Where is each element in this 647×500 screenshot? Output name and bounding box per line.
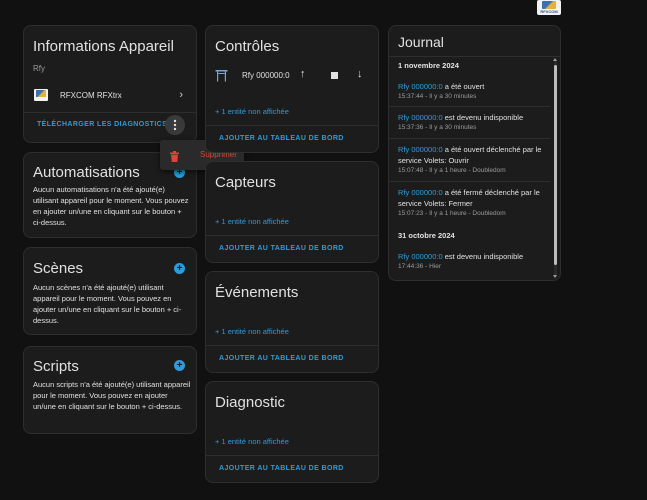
logo-text: RFXCOM xyxy=(540,9,558,14)
journal-entry-divider xyxy=(389,181,550,182)
sensors-title: Capteurs xyxy=(215,174,276,191)
scenes-empty-text: Aucun scènes n'a été ajouté(e) utilisant… xyxy=(33,283,182,325)
controls-card: Contrôles Rfy 000000:0 ↑ ↓ + 1 entité no… xyxy=(205,25,379,153)
journal-entry: Rfy 000000:0 a été ouvert déclenché par … xyxy=(398,145,542,174)
diagnostic-title: Diagnostic xyxy=(215,394,286,411)
journal-entry: Rfy 000000:0 est devenu indisponible 15:… xyxy=(398,113,524,131)
journal-entry-divider xyxy=(389,138,550,139)
info-divider xyxy=(24,112,196,113)
journal-entry: Rfy 000000:0 est devenu indisponible 17:… xyxy=(398,252,524,270)
events-divider xyxy=(206,345,378,346)
arrow-up-icon[interactable]: ↑ xyxy=(300,68,306,80)
journal-entity-link[interactable]: Rfy 000000:0 xyxy=(398,252,443,261)
sensors-card: Capteurs + 1 entité non affichée AJOUTER… xyxy=(205,161,379,263)
diagnostic-card: Diagnostic + 1 entité non affichée AJOUT… xyxy=(205,381,379,483)
window-shutter-icon xyxy=(215,69,228,87)
chevron-right-icon: › xyxy=(179,89,183,101)
journal-entity-link[interactable]: Rfy 000000:0 xyxy=(398,113,443,122)
scenes-card: Scènes + Aucun scènes n'a été ajouté(e) … xyxy=(23,247,197,335)
add-script-icon[interactable]: + xyxy=(174,360,185,371)
journal-entry: Rfy 000000:0 a été ouvert 15:37:44 - Il … xyxy=(398,82,485,100)
events-title: Événements xyxy=(215,284,299,301)
device-model: Rfy xyxy=(33,64,45,73)
journal-scrollbar[interactable] xyxy=(553,58,557,278)
diagnostic-divider xyxy=(206,455,378,456)
scripts-empty-text: Aucun scripts n'a été ajouté(e) utilisan… xyxy=(33,380,191,411)
sensors-hidden-entities[interactable]: + 1 entité non affichée xyxy=(215,217,289,226)
device-info-card: Informations Appareil Rfy RFXCOM RFXtrx … xyxy=(23,25,197,143)
journal-card: Journal 1 novembre 2024 Rfy 000000:0 a é… xyxy=(388,25,561,281)
journal-scrollbar-thumb[interactable] xyxy=(554,65,557,265)
scripts-card: Scripts + Aucun scripts n'a été ajouté(e… xyxy=(23,346,197,434)
sensors-add-to-dashboard[interactable]: AJOUTER AU TABLEAU DE BORD xyxy=(219,245,344,252)
scroll-down-arrow[interactable] xyxy=(553,275,557,278)
controls-title: Contrôles xyxy=(215,38,280,55)
rfxcom-device-icon xyxy=(34,89,48,101)
device-row[interactable]: RFXCOM RFXtrx › xyxy=(24,86,196,106)
more-vert-icon[interactable] xyxy=(165,115,185,135)
events-card: Événements + 1 entité non affichée AJOUT… xyxy=(205,271,379,373)
diagnostic-hidden-entities[interactable]: + 1 entité non affichée xyxy=(215,437,289,446)
diagnostic-add-to-dashboard[interactable]: AJOUTER AU TABLEAU DE BORD xyxy=(219,465,344,472)
add-scene-icon[interactable]: + xyxy=(174,263,185,274)
journal-entry: Rfy 000000:0 a été fermé déclenché par l… xyxy=(398,188,540,217)
journal-entity-link[interactable]: Rfy 000000:0 xyxy=(398,145,443,154)
scroll-up-arrow[interactable] xyxy=(553,58,557,61)
journal-entity-link[interactable]: Rfy 000000:0 xyxy=(398,188,443,197)
journal-entry-divider xyxy=(389,106,550,107)
device-name: RFXCOM RFXtrx xyxy=(60,91,122,100)
journal-title: Journal xyxy=(398,34,444,50)
logo-graphic xyxy=(542,1,556,9)
events-hidden-entities[interactable]: + 1 entité non affichée xyxy=(215,327,289,336)
download-diagnostics-button[interactable]: TÉLÉCHARGER LES DIAGNOSTICS xyxy=(37,121,167,128)
scenes-title: Scènes xyxy=(33,260,84,277)
rfxcom-logo: RFXCOM xyxy=(537,0,561,15)
controls-entity-name: Rfy 000000:0 xyxy=(242,71,290,80)
events-add-to-dashboard[interactable]: AJOUTER AU TABLEAU DE BORD xyxy=(219,355,344,362)
controls-add-to-dashboard[interactable]: AJOUTER AU TABLEAU DE BORD xyxy=(219,135,344,142)
controls-divider xyxy=(206,125,378,126)
device-info-title: Informations Appareil xyxy=(33,38,174,55)
journal-header-divider xyxy=(389,56,560,57)
controls-hidden-entities[interactable]: + 1 entité non affichée xyxy=(215,107,289,116)
trash-icon xyxy=(170,149,179,167)
journal-date-1: 1 novembre 2024 xyxy=(398,61,459,70)
arrow-down-icon[interactable]: ↓ xyxy=(357,68,363,80)
scripts-title: Scripts xyxy=(33,358,79,375)
journal-entity-link[interactable]: Rfy 000000:0 xyxy=(398,82,443,91)
automations-title: Automatisations xyxy=(33,164,140,181)
controls-entity-row[interactable]: Rfy 000000:0 ↑ ↓ xyxy=(206,66,378,86)
automations-empty-text: Aucun automatisations n'a été ajouté(e) … xyxy=(33,185,189,227)
sensors-divider xyxy=(206,235,378,236)
stop-icon[interactable] xyxy=(331,72,338,79)
journal-date-2: 31 octobre 2024 xyxy=(398,231,455,240)
